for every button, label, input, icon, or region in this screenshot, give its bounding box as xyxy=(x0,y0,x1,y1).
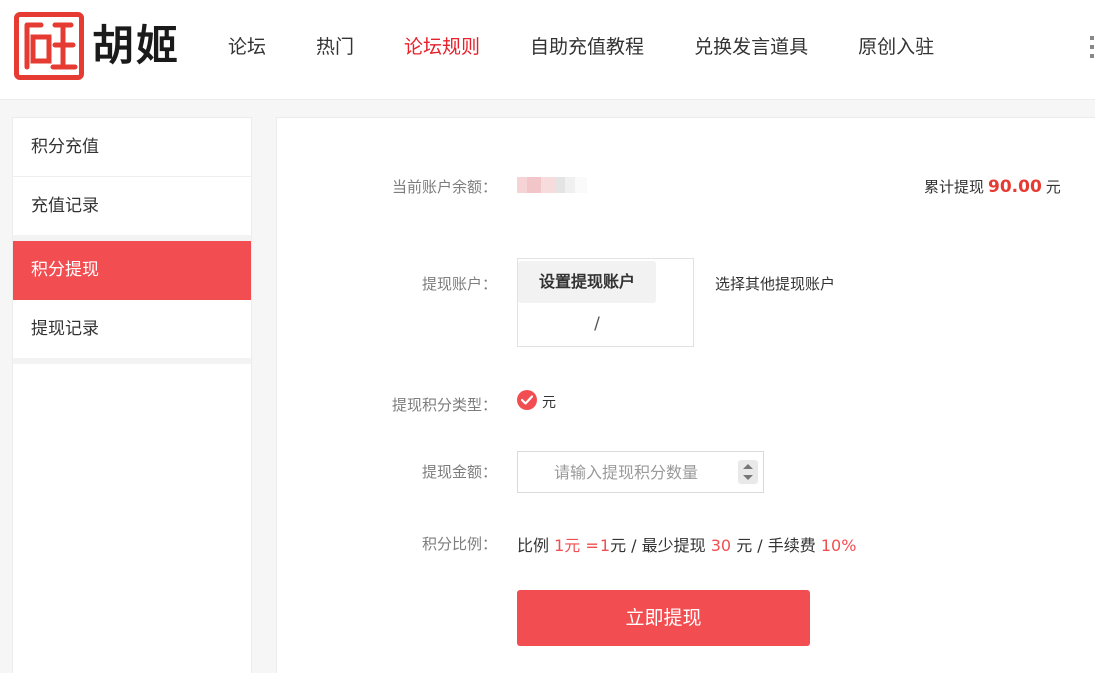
main-nav: 论坛 热门 论坛规则 自助充值教程 兑换发言道具 原创入驻 xyxy=(228,33,984,61)
withdraw-now-button[interactable]: 立即提现 xyxy=(517,590,810,646)
stepper-down-icon[interactable] xyxy=(743,475,753,480)
logo-text: 胡姬 xyxy=(92,21,181,70)
ratio-equals: = xyxy=(585,536,599,555)
type-option-label: 元 xyxy=(542,395,556,411)
choose-other-account-link[interactable]: 选择其他提现账户 xyxy=(715,273,835,294)
nav-item-exchange-props[interactable]: 兑换发言道具 xyxy=(694,33,808,61)
total-withdrawn: 累计提现 90.00 元 xyxy=(924,176,1061,197)
min-withdraw-value: 30 xyxy=(710,536,732,555)
nav-item-hot[interactable]: 热门 xyxy=(316,33,354,61)
checkmark-icon xyxy=(521,395,533,405)
balance-label: 当前账户余额： xyxy=(391,178,497,196)
sidebar-item-withdraw-records[interactable]: 提现记录 xyxy=(13,300,251,364)
logo-seal-icon xyxy=(14,12,84,80)
total-withdrawn-label: 累计提现 xyxy=(924,178,985,196)
check-circle-icon[interactable] xyxy=(517,390,537,410)
sidebar-item-points-recharge[interactable]: 积分充值 xyxy=(13,118,251,177)
type-label: 提现积分类型： xyxy=(391,396,497,414)
withdraw-panel: 当前账户余额： 累计提现 90.00 元 提现账户： 设置提现账户 / 选择其他提现… xyxy=(276,117,1095,673)
fee-value: 10% xyxy=(820,536,857,555)
min-withdraw-unit: 元 / 手续费 xyxy=(736,536,816,555)
nav-item-recharge-tutorial[interactable]: 自助充值教程 xyxy=(530,33,644,61)
sidebar-item-recharge-records[interactable]: 充值记录 xyxy=(13,177,251,241)
withdraw-account-box: 设置提现账户 / xyxy=(517,258,694,347)
more-menu-icon[interactable] xyxy=(1086,36,1095,60)
amount-label: 提现金额： xyxy=(421,463,497,481)
nav-item-original-join[interactable]: 原创入驻 xyxy=(858,33,934,61)
withdraw-account-value: / xyxy=(594,314,600,334)
nav-item-forum-rules[interactable]: 论坛规则 xyxy=(404,33,480,61)
logo-seal-glyph xyxy=(24,22,78,70)
ratio-prefix: 比例 xyxy=(517,536,550,555)
sidebar-item-points-withdraw[interactable]: 积分提现 xyxy=(13,241,251,300)
balance-value-redacted xyxy=(517,175,589,195)
top-navbar: 胡姬 论坛 热门 论坛规则 自助充值教程 兑换发言道具 原创入驻 xyxy=(0,0,1095,100)
sidebar: 积分充值 充值记录 积分提现 提现记录 xyxy=(12,117,252,673)
number-stepper[interactable] xyxy=(738,460,758,484)
site-logo[interactable]: 胡姬 xyxy=(14,12,194,80)
account-label: 提现账户： xyxy=(421,275,497,293)
total-withdrawn-value: 90.00 xyxy=(988,177,1042,197)
amount-input[interactable] xyxy=(518,452,728,492)
ratio-left: 1元 xyxy=(554,536,581,555)
ratio-info: 比例 1元 = 1元 / 最少提现 30 元 / 手续费 10% xyxy=(517,532,856,556)
ratio-right-num: 1 xyxy=(599,536,611,555)
nav-item-forum[interactable]: 论坛 xyxy=(228,33,266,61)
ratio-right-unit: 元 / 最少提现 xyxy=(610,536,706,555)
total-withdrawn-unit: 元 xyxy=(1045,178,1061,196)
set-withdraw-account-button[interactable]: 设置提现账户 xyxy=(518,261,656,303)
ratio-label: 积分比例： xyxy=(421,535,497,553)
amount-field xyxy=(517,451,764,493)
stepper-up-icon[interactable] xyxy=(743,464,753,469)
